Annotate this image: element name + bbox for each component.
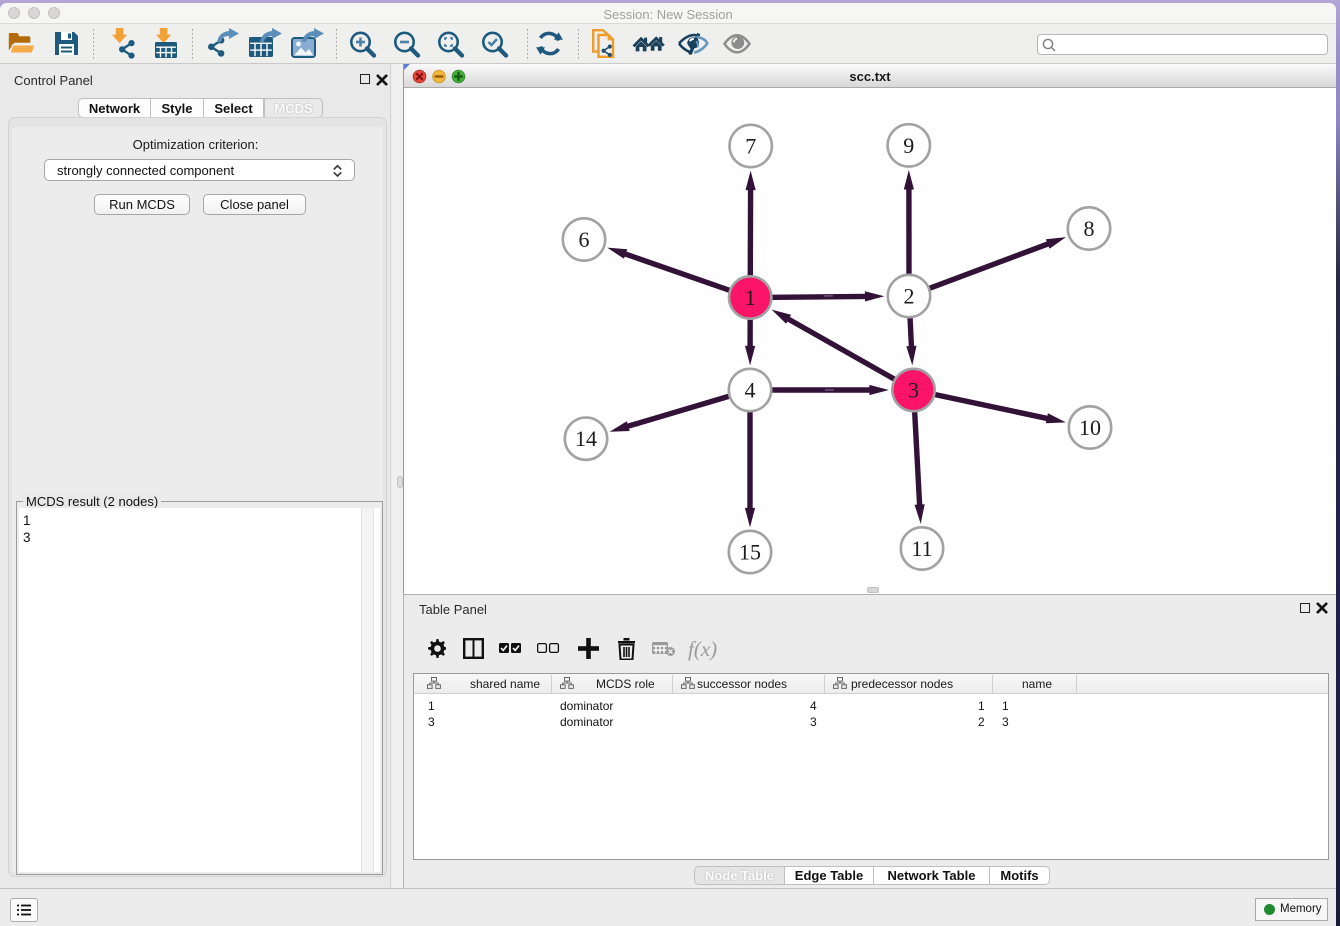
svg-text:15: 15 xyxy=(739,540,761,565)
svg-text:14: 14 xyxy=(575,426,597,451)
svg-text:11: 11 xyxy=(911,536,932,561)
svg-text:7: 7 xyxy=(745,134,756,159)
svg-text:8: 8 xyxy=(1084,216,1095,241)
svg-text:9: 9 xyxy=(903,133,914,158)
svg-text:4: 4 xyxy=(745,378,756,403)
svg-text:6: 6 xyxy=(579,227,590,252)
svg-text:1: 1 xyxy=(745,285,756,310)
svg-text:3: 3 xyxy=(908,378,919,403)
svg-text:2: 2 xyxy=(904,284,915,309)
svg-text:10: 10 xyxy=(1079,415,1101,440)
